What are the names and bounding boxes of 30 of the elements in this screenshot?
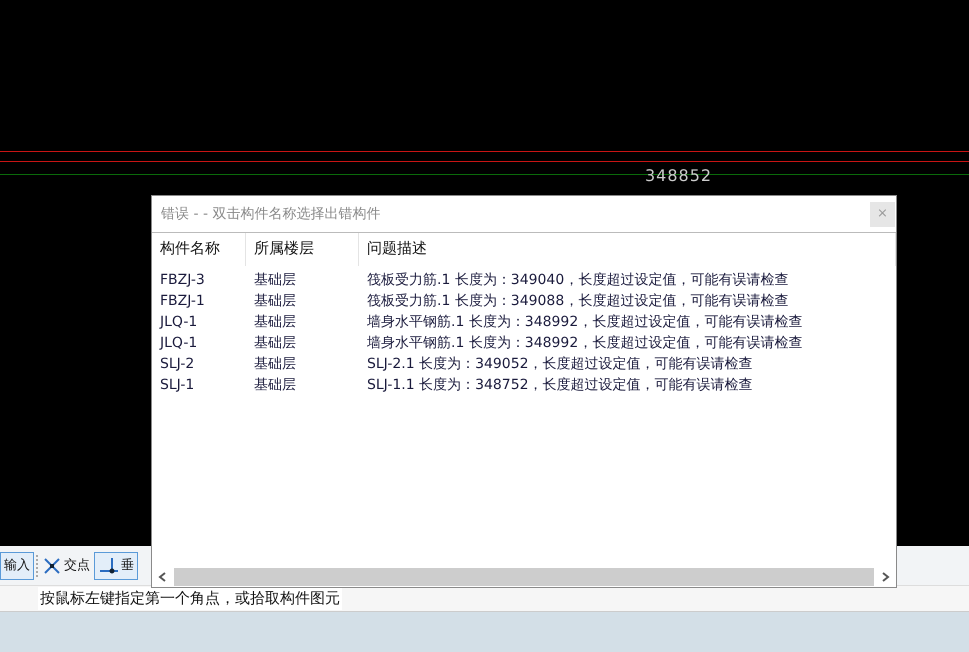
scrollbar-thumb[interactable] bbox=[174, 568, 874, 586]
floor-cell-text: 基础层 bbox=[253, 270, 297, 290]
intersection-button[interactable]: 交点 bbox=[40, 552, 92, 580]
input-button[interactable]: 输入 bbox=[0, 552, 34, 580]
perpendicular-button[interactable]: 垂 bbox=[94, 552, 138, 580]
component-name-cell[interactable]: FBZJ-3 bbox=[152, 266, 246, 290]
description-cell-text: 筏板受力筋.1 长度为：349088，长度超过设定值，可能有误请检查 bbox=[366, 292, 790, 310]
description-cell-text: 筏板受力筋.1 长度为：349040，长度超过设定值，可能有误请检查 bbox=[366, 270, 790, 290]
dimension-label: 348852 bbox=[645, 165, 712, 187]
column-header[interactable]: 问题描述 bbox=[359, 233, 896, 266]
floor-cell-text: 基础层 bbox=[253, 292, 297, 310]
floor-cell-text: 基础层 bbox=[253, 376, 297, 394]
description-cell-text: SLJ-2.1 长度为：349052，长度超过设定值，可能有误请检查 bbox=[366, 354, 754, 374]
description-cell-text: 墙身水平钢筋.1 长度为：348992，长度超过设定值，可能有误请检查 bbox=[366, 334, 804, 352]
description-cell-text: SLJ-1.1 长度为：348752，长度超过设定值，可能有误请检查 bbox=[366, 376, 754, 394]
column-header[interactable]: 所属楼层 bbox=[246, 233, 359, 266]
component-name-cell[interactable]: JLQ-1 bbox=[152, 312, 246, 332]
floor-cell-text: 基础层 bbox=[253, 354, 297, 374]
component-name-cell[interactable]: JLQ-1 bbox=[152, 332, 246, 354]
column-header[interactable]: 构件名称 bbox=[152, 233, 246, 266]
dialog-title: 错误 - - 双击构件名称选择出错构件 bbox=[161, 204, 380, 224]
perpendicular-icon bbox=[98, 556, 118, 576]
floor-cell-text: 基础层 bbox=[253, 334, 297, 352]
status-prompt: 按鼠标左键指定第一个角点，或拾取构件图元 bbox=[38, 587, 342, 610]
component-name-cell[interactable]: SLJ-2 bbox=[152, 354, 246, 374]
cross-icon bbox=[42, 556, 62, 576]
component-name-cell[interactable]: FBZJ-1 bbox=[152, 290, 246, 312]
component-name-cell[interactable]: SLJ-1 bbox=[152, 374, 246, 396]
floor-cell-text: 基础层 bbox=[253, 312, 297, 332]
description-cell-text: 墙身水平钢筋.1 长度为：348992，长度超过设定值，可能有误请检查 bbox=[366, 312, 804, 332]
